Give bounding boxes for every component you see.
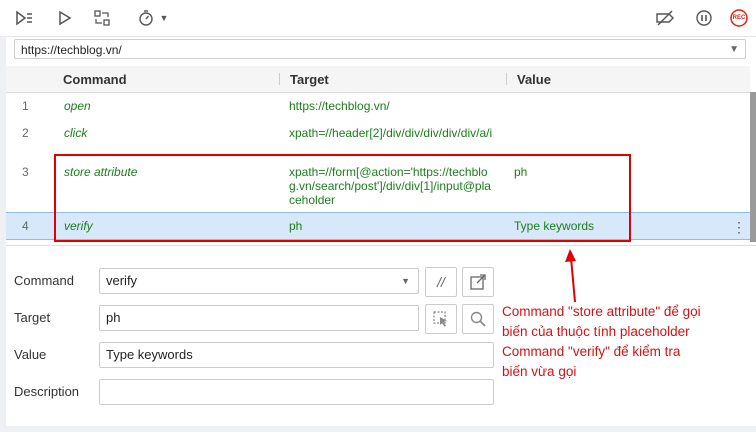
row-command: click [64, 126, 88, 140]
row-number: 3 [22, 165, 29, 179]
highlight-box [54, 154, 631, 242]
record-icon[interactable]: REC [729, 8, 749, 28]
value-value: Type keywords [106, 347, 193, 362]
open-external-icon [470, 274, 486, 290]
base-url-select[interactable]: https://techblog.vn/ ▼ [14, 39, 746, 59]
annotation-line: biến vừa gọi [502, 364, 577, 379]
row-number: 4 [22, 219, 29, 233]
comment-icon: // [437, 274, 445, 290]
row-target: xpath=//header[2]/div/div/div/div/div/a/… [289, 126, 493, 140]
disable-breakpoints-icon[interactable] [655, 8, 675, 28]
run-all-icon[interactable] [14, 8, 34, 28]
annotation-line: Command "store attribute" để gọi [502, 304, 701, 319]
description-label: Description [14, 384, 80, 399]
comment-button[interactable]: // [425, 267, 457, 297]
target-value: ph [106, 310, 121, 325]
open-reference-button[interactable] [462, 267, 494, 297]
row-number: 2 [22, 126, 29, 140]
toolbar: ▼ REC [0, 0, 756, 37]
command-label: Command [14, 273, 74, 288]
table-scrollbar[interactable] [750, 92, 756, 242]
command-value: verify [106, 273, 138, 288]
find-target-button[interactable] [462, 304, 494, 334]
row-target: https://techblog.vn/ [289, 99, 390, 113]
pause-icon[interactable] [694, 8, 714, 28]
column-divider[interactable] [279, 73, 280, 85]
header-command: Command [63, 72, 127, 87]
value-label: Value [14, 347, 47, 362]
record-loop-icon[interactable] [92, 8, 112, 28]
column-divider[interactable] [506, 73, 507, 85]
annotation-line: Command "verify" để kiểm tra [502, 344, 681, 359]
target-label: Target [14, 310, 51, 325]
table-row[interactable]: 1 open https://techblog.vn/ [6, 99, 750, 123]
annotation-note: Command "store attribute" để gọi biến củ… [502, 302, 752, 382]
panel-divider[interactable] [6, 245, 756, 246]
select-target-button[interactable] [425, 304, 457, 334]
command-select[interactable]: verify ▼ [99, 268, 419, 294]
base-url-value: https://techblog.vn/ [21, 43, 122, 57]
row-command: open [64, 99, 91, 113]
annotation-line: biến của thuộc tính placeholder [502, 324, 690, 339]
table-header: Command Target Value [6, 66, 750, 93]
description-input[interactable] [99, 379, 494, 405]
search-icon [470, 311, 486, 327]
chevron-down-icon[interactable]: ▼ [729, 40, 739, 60]
bottom-bar [0, 426, 756, 432]
target-input[interactable]: ph [99, 305, 419, 331]
timer-icon[interactable] [136, 8, 156, 28]
chevron-down-icon[interactable]: ▼ [401, 269, 410, 293]
chevron-down-icon[interactable]: ▼ [154, 8, 174, 28]
table-row[interactable]: 2 click xpath=//header[2]/div/div/div/di… [6, 126, 750, 156]
value-input[interactable]: Type keywords [99, 342, 494, 368]
annotation-arrow [565, 249, 576, 303]
more-options-icon[interactable]: ⋮ [732, 219, 746, 236]
run-icon[interactable] [55, 8, 75, 28]
row-number: 1 [22, 99, 29, 113]
header-target: Target [290, 72, 329, 87]
header-value: Value [517, 72, 551, 87]
record-label: REC [732, 15, 746, 21]
select-target-icon [433, 311, 447, 327]
